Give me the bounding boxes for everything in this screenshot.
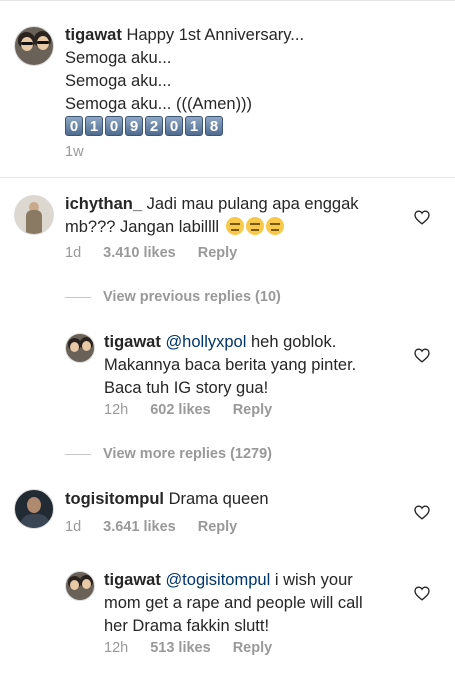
expressionless-emoji-icon <box>265 217 284 235</box>
reply-2-line-3: her Drama fakkin slutt! <box>104 617 270 635</box>
caption-line-2: Semoga aku... <box>65 49 172 67</box>
comment-2-line-1: togisitompul Drama queen <box>65 488 269 510</box>
caption-line-3: Semoga aku... <box>65 72 172 90</box>
digit-6: 1 <box>185 115 203 136</box>
reply-1-line-1: tigawat @hollyxpol heh goblok. <box>104 331 336 353</box>
comment-1-text-2: mb??? Jangan labillll <box>65 218 220 236</box>
reply-2-username[interactable]: tigawat <box>104 571 161 589</box>
reply-1-line-3: Baca tuh IG story gua! <box>104 379 269 397</box>
caption-time: 1w <box>65 144 84 160</box>
digit-4: 2 <box>145 115 163 136</box>
reply-2-meta: 12h 513 likes Reply <box>104 640 272 656</box>
digit-2: 0 <box>105 115 123 136</box>
digit-0: 0 <box>65 115 83 136</box>
comment-1-likes[interactable]: 3.410 likes <box>103 245 176 261</box>
reply-2-likes[interactable]: 513 likes <box>150 640 210 656</box>
comment-2-meta: 1d 3.641 likes Reply <box>65 519 237 535</box>
thread-dash <box>65 296 91 298</box>
reply-1-time: 12h <box>104 402 129 418</box>
comment-1-username[interactable]: ichythan_ <box>65 195 142 213</box>
caption-username[interactable]: tigawat <box>65 26 122 44</box>
caption-text: Happy 1st Anniversary... <box>126 26 305 44</box>
tigawat-reply-2-avatar[interactable] <box>65 571 95 601</box>
tigawat-reply-1-avatar[interactable] <box>65 333 95 363</box>
caption-line-1: tigawat Happy 1st Anniversary... <box>65 24 304 46</box>
view-more-label[interactable]: View more replies (1279) <box>103 446 272 462</box>
like-heart-icon[interactable] <box>414 348 430 363</box>
reply-1-meta: 12h 602 likes Reply <box>104 402 272 418</box>
comment-1-meta: 1d 3.410 likes Reply <box>65 245 237 261</box>
comment-1-reply-button[interactable]: Reply <box>198 245 238 261</box>
reply-1-likes[interactable]: 602 likes <box>150 402 210 418</box>
reply-1-reply-button[interactable]: Reply <box>233 402 273 418</box>
comment-1-line-1: ichythan_ Jadi mau pulang apa enggak <box>65 193 359 215</box>
reply-2-mention[interactable]: @togisitompul <box>165 571 270 589</box>
digit-1: 1 <box>85 115 103 136</box>
ichythan-avatar[interactable] <box>14 195 54 235</box>
caption-date-digits: 01092018 <box>65 114 225 136</box>
comment-1-time: 1d <box>65 245 82 261</box>
thread-dash <box>65 453 91 455</box>
caption-line-4: Semoga aku... (((Amen))) <box>65 95 253 113</box>
reply-2-line-1: tigawat @togisitompul i wish your <box>104 569 353 591</box>
digit-7: 8 <box>205 115 223 136</box>
view-more-replies-link[interactable]: View more replies (1279) <box>65 446 272 462</box>
caption-meta: 1w <box>65 144 84 160</box>
reply-1-line-2: Makannya baca berita yang pinter. <box>104 356 357 374</box>
expressionless-emoji-icon <box>225 217 244 235</box>
reply-1-text-1: heh goblok. <box>250 333 337 351</box>
caption-divider <box>0 177 455 178</box>
reply-2-text-1: i wish your <box>274 571 353 589</box>
comment-1-text-1: Jadi mau pulang apa enggak <box>146 195 359 213</box>
comment-1-line-2: mb??? Jangan labillll <box>65 216 284 238</box>
comment-2-text: Drama queen <box>168 490 269 508</box>
like-heart-icon[interactable] <box>414 505 430 520</box>
digit-5: 0 <box>165 115 183 136</box>
view-previous-replies-link[interactable]: View previous replies (10) <box>65 289 281 305</box>
reply-1-username[interactable]: tigawat <box>104 333 161 351</box>
expressionless-emoji-icon <box>245 217 264 235</box>
like-heart-icon[interactable] <box>414 210 430 225</box>
comment-2-likes[interactable]: 3.641 likes <box>103 519 176 535</box>
comment-2-username[interactable]: togisitompul <box>65 490 164 508</box>
caption-avatar[interactable] <box>14 26 54 66</box>
comment-2-time: 1d <box>65 519 82 535</box>
top-divider <box>0 0 455 1</box>
reply-2-time: 12h <box>104 640 129 656</box>
reply-1-mention[interactable]: @hollyxpol <box>165 333 246 351</box>
digit-3: 9 <box>125 115 143 136</box>
reply-2-reply-button[interactable]: Reply <box>233 640 273 656</box>
view-previous-label[interactable]: View previous replies (10) <box>103 289 281 305</box>
like-heart-icon[interactable] <box>414 586 430 601</box>
comment-2-reply-button[interactable]: Reply <box>198 519 238 535</box>
togisitompul-avatar[interactable] <box>14 489 54 529</box>
reply-2-line-2: mom get a rape and people will call <box>104 594 363 612</box>
